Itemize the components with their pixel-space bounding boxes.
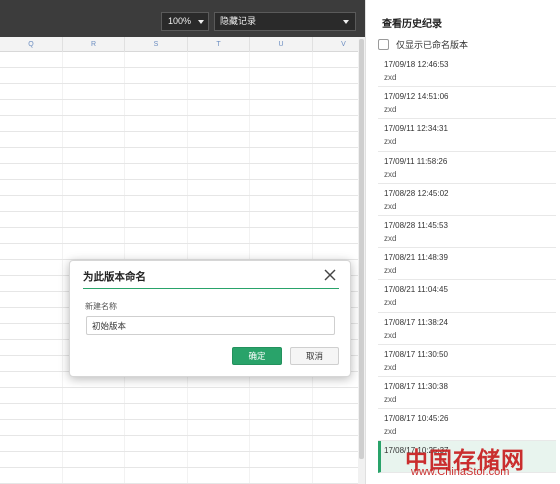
dialog-divider (83, 288, 339, 289)
zoom-select[interactable]: 100% (161, 12, 209, 31)
version-author: zxd (384, 73, 397, 82)
version-name-input[interactable] (86, 316, 335, 335)
version-timestamp: 17/09/11 12:34:31 (384, 124, 448, 134)
version-item[interactable]: 17/08/17 11:30:50 zxd (378, 345, 556, 377)
version-author: zxd (384, 137, 397, 147)
column-header[interactable]: S (125, 37, 188, 52)
dialog-title: 为此版本命名 (83, 271, 146, 283)
history-visibility-select[interactable]: 隐藏记录 (214, 12, 356, 31)
new-name-label: 新建名称 (85, 302, 117, 311)
version-author: zxd (384, 169, 397, 179)
version-list: 17/09/18 12:46:53 zxd 17/09/12 14:51:06 zxd… (378, 55, 556, 474)
version-timestamp: 17/08/21 11:04:45 (384, 285, 448, 295)
version-item[interactable]: 17/09/11 11:58:26 zxd (378, 152, 556, 184)
version-author: zxd (384, 427, 397, 437)
version-timestamp: 17/09/11 11:58:26 (384, 156, 448, 166)
version-timestamp: 17/08/17 10:45:26 (384, 414, 449, 424)
version-author: zxd (384, 105, 397, 115)
version-item[interactable]: 17/08/17 10:45:26 zxd (378, 409, 556, 442)
column-header[interactable]: R (63, 37, 125, 52)
app-window: 100% 隐藏记录 Q R S T U V 查看历史纪录 仅显示已命名版本 17… (0, 0, 560, 484)
column-header[interactable]: Q (0, 37, 63, 52)
named-only-toggle[interactable]: 仅显示已命名版本 (378, 37, 468, 51)
vertical-scrollbar[interactable] (358, 37, 365, 484)
version-item[interactable]: 17/09/18 12:46:53 zxd (378, 55, 556, 88)
version-timestamp: 17/09/18 12:46:53 (384, 60, 449, 69)
named-only-label: 仅显示已命名版本 (396, 39, 469, 50)
version-author: zxd (384, 362, 397, 372)
history-select-value: 隐藏记录 (220, 16, 257, 26)
column-headers: Q R S T U V (0, 37, 358, 52)
version-author: zxd (384, 330, 397, 340)
chevron-down-icon (343, 20, 349, 24)
version-timestamp: 17/08/21 11:48:39 (384, 253, 448, 263)
version-item[interactable]: 17/09/11 12:34:31 zxd (378, 119, 556, 152)
column-header[interactable]: T (188, 37, 250, 52)
panel-title: 查看历史纪录 (382, 19, 442, 30)
version-timestamp: 17/08/28 11:45:53 (384, 220, 448, 230)
watermark-url: www.ChinaStor.com (411, 466, 510, 478)
version-author: zxd (384, 266, 397, 276)
version-timestamp: 17/09/12 14:51:06 (384, 92, 449, 102)
close-icon[interactable] (323, 268, 337, 282)
version-item[interactable]: 17/08/21 11:04:45 zxd (378, 280, 556, 313)
version-timestamp: 17/08/17 11:38:24 (384, 317, 448, 327)
version-item[interactable]: 17/08/17 11:38:24 zxd (378, 313, 556, 345)
rename-version-dialog: 为此版本命名 新建名称 确定 取消 (69, 260, 351, 377)
version-timestamp: 17/08/17 11:30:38 (384, 381, 448, 391)
version-history-panel: 查看历史纪录 仅显示已命名版本 17/09/18 12:46:53 zxd 17/0… (365, 0, 560, 484)
chevron-down-icon (198, 20, 204, 24)
scrollbar-thumb[interactable] (359, 39, 364, 459)
version-author: zxd (384, 201, 397, 211)
version-item[interactable]: 17/08/28 11:45:53 zxd (378, 216, 556, 249)
version-author: zxd (384, 298, 397, 308)
version-item[interactable]: 17/08/28 12:45:02 zxd (378, 184, 556, 216)
watermark-logo: 中国存储网 www.ChinaStor.com (405, 441, 557, 481)
version-item[interactable]: 17/08/17 11:30:38 zxd (378, 377, 556, 410)
top-toolbar: 100% 隐藏记录 (0, 0, 365, 37)
version-timestamp: 17/08/28 12:45:02 (384, 188, 449, 198)
version-author: zxd (384, 394, 397, 404)
version-item[interactable]: 17/08/21 11:48:39 zxd (378, 248, 556, 281)
version-timestamp: 17/08/17 11:30:50 (384, 349, 448, 359)
column-header[interactable]: V (313, 37, 358, 52)
zoom-value: 100% (168, 16, 192, 26)
named-only-checkbox[interactable] (378, 38, 389, 50)
column-header[interactable]: U (250, 37, 313, 52)
version-author: zxd (384, 233, 397, 243)
confirm-button[interactable]: 确定 (232, 347, 282, 365)
cancel-button[interactable]: 取消 (290, 347, 339, 365)
version-item[interactable]: 17/09/12 14:51:06 zxd (378, 87, 556, 120)
